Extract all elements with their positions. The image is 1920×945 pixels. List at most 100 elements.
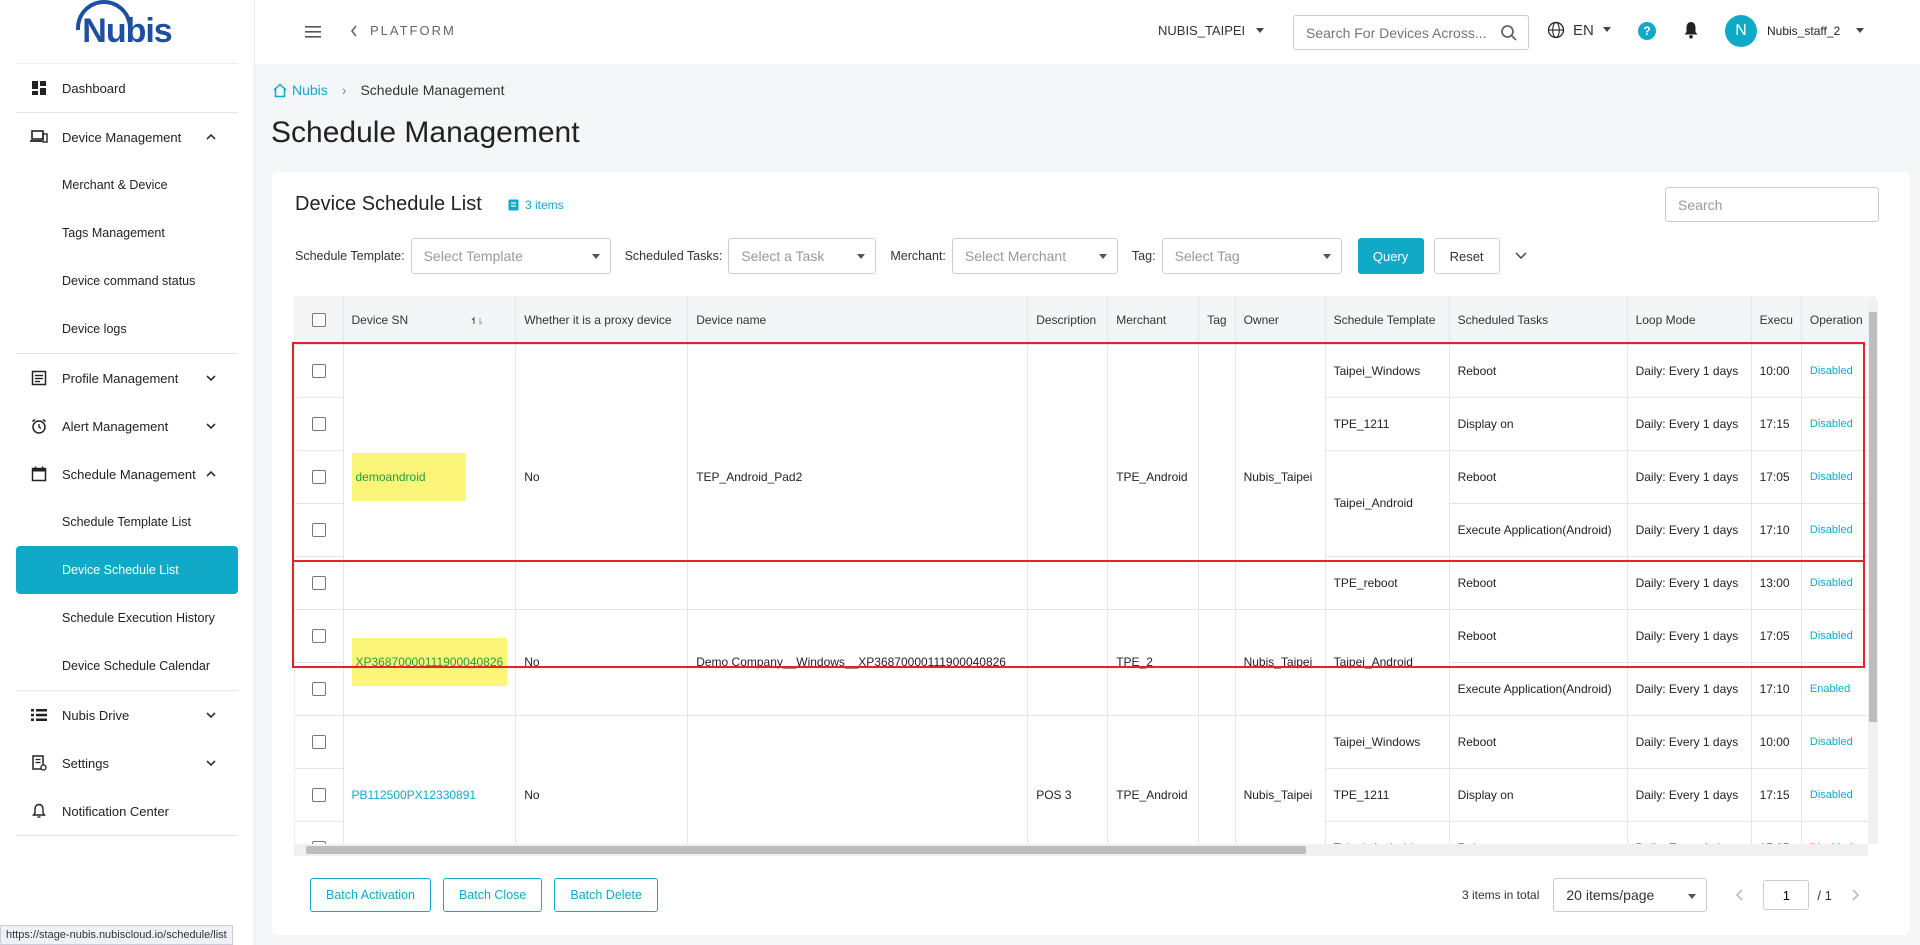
- sort-icon[interactable]: [471, 316, 485, 326]
- row-checkbox-cell: [295, 821, 344, 844]
- status-bar-url: https://stage-nubis.nubiscloud.io/schedu…: [0, 925, 233, 945]
- sidebar-item-schedule-management[interactable]: Schedule Management: [0, 450, 254, 498]
- merchant-select[interactable]: Select Merchant: [951, 238, 1118, 274]
- table-row: PB112500PX12330891 No POS 3 TPE_Android …: [295, 715, 1875, 844]
- device-sn-link[interactable]: demoandroid: [351, 452, 466, 501]
- device-sn-cell: PB112500PX12330891: [343, 715, 517, 844]
- column-header-tag: Tag: [1198, 296, 1236, 345]
- search-icon[interactable]: [1500, 24, 1518, 42]
- column-header-label: Device SN: [351, 312, 409, 327]
- caret-down-icon[interactable]: [1855, 28, 1865, 34]
- sidebar-label-dashboard: Dashboard: [62, 80, 126, 96]
- sidebar-item-device-command-status[interactable]: Device command status: [0, 257, 254, 305]
- org-selector[interactable]: NUBIS_TAIPEI: [1158, 23, 1265, 38]
- operation-toggle[interactable]: Disabled: [1801, 556, 1875, 610]
- global-search[interactable]: [1293, 15, 1529, 50]
- chevron-left-icon[interactable]: [1735, 888, 1745, 902]
- hamburger-menu-icon[interactable]: [305, 25, 321, 39]
- sidebar-item-schedule-execution-history[interactable]: Schedule Execution History: [0, 594, 254, 642]
- sidebar-item-device-management[interactable]: Device Management: [0, 113, 254, 161]
- list-icon: [30, 706, 48, 724]
- row-checkbox[interactable]: [311, 787, 326, 802]
- sidebar-item-merchant-device[interactable]: Merchant & Device: [0, 161, 254, 209]
- device-name-cell: [687, 715, 1029, 844]
- operation-toggle[interactable]: Disabled: [1801, 344, 1875, 398]
- device-sn-link[interactable]: XP36870000111900040826: [351, 638, 508, 686]
- user-avatar[interactable]: N: [1725, 15, 1757, 47]
- batch-delete-button[interactable]: Batch Delete: [554, 878, 658, 912]
- platform-back-link[interactable]: PLATFORM: [350, 23, 456, 38]
- horizontal-scrollbar[interactable]: [294, 844, 1868, 856]
- device-name-cell: Demo Company__Windows__XP368700001119000…: [687, 609, 1029, 716]
- row-checkbox[interactable]: [311, 628, 326, 643]
- operation-toggle[interactable]: Disabled: [1801, 715, 1875, 769]
- column-header-device-sn[interactable]: Device SN: [343, 296, 517, 345]
- sidebar-item-dashboard[interactable]: Dashboard: [0, 64, 254, 112]
- batch-activation-button[interactable]: Batch Activation: [310, 878, 431, 912]
- row-checkbox[interactable]: [311, 681, 326, 696]
- tag-select[interactable]: Select Tag: [1161, 238, 1342, 274]
- operation-toggle[interactable]: Disabled: [1801, 450, 1875, 504]
- template-cell: Taipei_Windows: [1325, 344, 1450, 398]
- row-checkbox[interactable]: [311, 575, 326, 590]
- table-search-input[interactable]: [1665, 187, 1879, 222]
- row-checkbox[interactable]: [311, 416, 326, 431]
- sidebar-item-notification-center[interactable]: Notification Center: [0, 787, 254, 835]
- vertical-scrollbar[interactable]: [1868, 300, 1878, 844]
- operation-toggle[interactable]: Disabled: [1801, 768, 1875, 822]
- table-row: demoandroid No TEP_Android_Pad2 TPE_Andr…: [295, 344, 1875, 610]
- operation-toggle[interactable]: Enabled: [1801, 662, 1875, 716]
- reset-button[interactable]: Reset: [1433, 238, 1500, 274]
- sidebar-item-tags-management[interactable]: Tags Management: [0, 209, 254, 257]
- horizontal-scroll-thumb[interactable]: [306, 846, 1306, 854]
- username[interactable]: Nubis_staff_2: [1767, 24, 1840, 38]
- device-name-cell: TEP_Android_Pad2: [687, 344, 1029, 610]
- sidebar-item-profile-management[interactable]: Profile Management: [0, 354, 254, 402]
- app-logo[interactable]: Nubis: [16, 0, 238, 64]
- page-size-select[interactable]: 20 items/page: [1553, 878, 1708, 912]
- operation-toggle[interactable]: Disabled: [1801, 821, 1875, 844]
- operation-toggle[interactable]: Disabled: [1801, 397, 1875, 451]
- batch-close-button[interactable]: Batch Close: [442, 878, 543, 912]
- row-checkbox-cell: [295, 715, 344, 769]
- chevron-right-icon[interactable]: [1850, 888, 1860, 902]
- row-checkbox[interactable]: [311, 469, 326, 484]
- row-checkbox-cell: [295, 450, 344, 504]
- caret-down-icon: [1602, 27, 1611, 32]
- sidebar-item-nubis-drive[interactable]: Nubis Drive: [0, 691, 254, 739]
- row-checkbox[interactable]: [311, 734, 326, 749]
- global-search-input[interactable]: [1306, 24, 1486, 41]
- home-icon: [273, 82, 287, 97]
- sidebar-item-device-logs[interactable]: Device logs: [0, 305, 254, 353]
- page-number-input[interactable]: [1763, 880, 1810, 910]
- operation-toggle[interactable]: Disabled: [1801, 503, 1875, 557]
- exec-cell: 17:05: [1751, 821, 1802, 844]
- breadcrumb: Nubis › Schedule Management: [272, 82, 504, 98]
- chevron-down-icon[interactable]: [1514, 251, 1528, 261]
- tag-cell: [1198, 344, 1236, 610]
- help-icon[interactable]: ?: [1638, 22, 1656, 40]
- breadcrumb-home[interactable]: Nubis: [272, 82, 328, 98]
- row-checkbox[interactable]: [311, 522, 326, 537]
- operation-toggle[interactable]: Disabled: [1801, 609, 1875, 663]
- sidebar-item-device-schedule-list[interactable]: Device Schedule List: [16, 546, 238, 594]
- column-header-owner: Owner: [1235, 296, 1326, 345]
- template-select[interactable]: Select Template: [410, 238, 611, 274]
- task-select[interactable]: Select a Task: [728, 238, 877, 274]
- row-checkbox-cell: [295, 397, 344, 451]
- sidebar-item-settings[interactable]: Settings: [0, 739, 254, 787]
- language-selector[interactable]: EN: [1547, 21, 1612, 39]
- item-count: 3 items: [525, 198, 564, 212]
- notification-bell-icon[interactable]: [1683, 21, 1699, 39]
- device-sn-link[interactable]: PB112500PX12330891: [352, 788, 477, 802]
- vertical-scroll-thumb[interactable]: [1869, 312, 1877, 722]
- page-title: Schedule Management: [271, 116, 580, 149]
- template-cell: Taipei_Android: [1325, 450, 1450, 557]
- sidebar-item-schedule-template-list[interactable]: Schedule Template List: [0, 498, 254, 546]
- select-all-checkbox[interactable]: [311, 313, 326, 328]
- sidebar-item-device-schedule-calendar[interactable]: Device Schedule Calendar: [0, 642, 254, 690]
- query-button[interactable]: Query: [1357, 238, 1424, 274]
- sidebar-item-alert-management[interactable]: Alert Management: [0, 402, 254, 450]
- row-checkbox[interactable]: [311, 363, 326, 378]
- owner-cell: Nubis_Taipei: [1235, 609, 1326, 716]
